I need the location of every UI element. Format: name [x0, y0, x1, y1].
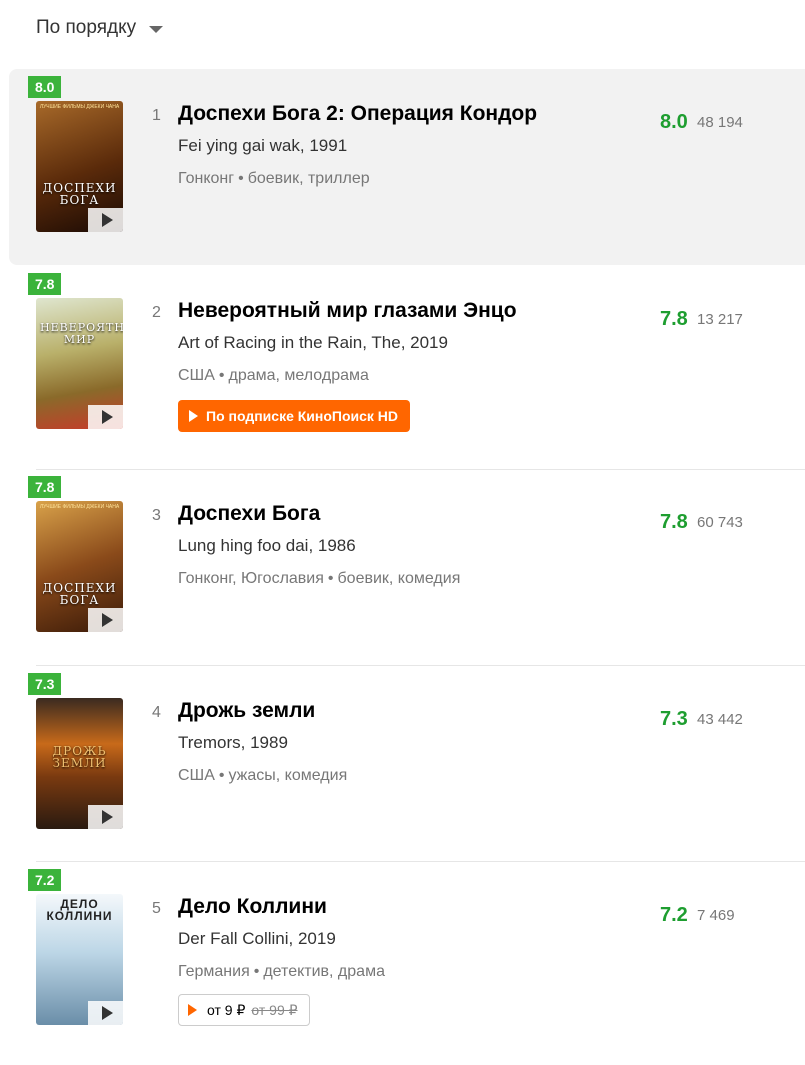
film-votes: 7 469	[697, 907, 735, 924]
film-country: Гонконг, Югославия	[178, 570, 324, 587]
film-row[interactable]: НЕВЕРОЯТНЫЙ МИР 7.8 2 Невероятный мир гл…	[28, 266, 805, 462]
play-icon	[188, 1004, 197, 1016]
poster-title-text: ДРОЖЬ ЗЕМЛИ	[52, 744, 107, 770]
film-country: Германия	[178, 963, 250, 980]
poster-top-text: ЛУЧШИЕ ФИЛЬМЫ ДЖЕКИ ЧАНА	[39, 504, 120, 510]
film-meta: Гонконг, Югославия • боевик, комедия	[178, 570, 460, 588]
play-trailer-icon[interactable]	[88, 1001, 123, 1025]
film-original-title: Der Fall Collini, 2019	[178, 929, 336, 948]
film-original-title: Fei ying gai wak, 1991	[178, 136, 348, 155]
film-country: США	[178, 367, 215, 384]
sort-dropdown[interactable]: По порядку	[36, 17, 164, 39]
rating-badge: 7.2	[28, 869, 62, 891]
film-meta: США • ужасы, комедия	[178, 767, 347, 785]
film-rating: 7.8	[660, 308, 688, 330]
film-row[interactable]: ЛУЧШИЕ ФИЛЬМЫ ДЖЕКИ ЧАНА ДОСПЕХИ БОГА 8.…	[9, 69, 805, 265]
film-rating: 7.2	[660, 904, 688, 926]
film-poster[interactable]: ДЕЛО КОЛЛИНИ	[36, 894, 123, 1025]
film-rating: 7.3	[660, 708, 688, 730]
subscription-button-label: По подписке КиноПоиск HD	[206, 408, 399, 424]
film-meta: Германия • детектив, драма	[178, 963, 385, 981]
price-old: от 99 ₽	[251, 1001, 298, 1018]
poster-title-text: ДЕЛО КОЛЛИНИ	[46, 897, 113, 923]
play-trailer-icon[interactable]	[88, 805, 123, 829]
separator-dot: •	[218, 367, 225, 384]
film-title[interactable]: Доспехи Бога 2: Операция Кондор	[178, 102, 537, 126]
film-row[interactable]: ДРОЖЬ ЗЕМЛИ 7.3 4 Дрожь земли Tremors, 1…	[28, 666, 805, 862]
film-rating: 7.8	[660, 511, 688, 533]
rating-badge: 7.3	[28, 673, 62, 695]
film-meta: Гонконг • боевик, триллер	[178, 170, 370, 188]
sort-label: По порядку	[36, 17, 137, 38]
film-votes: 43 442	[697, 711, 743, 728]
film-position: 3	[152, 507, 161, 524]
film-meta: США • драма, мелодрама	[178, 367, 369, 385]
watch-subscription-button[interactable]: По подписке КиноПоиск HD	[178, 400, 411, 432]
separator-dot: •	[238, 170, 244, 187]
film-genres: ужасы, комедия	[228, 767, 348, 784]
film-rating: 8.0	[660, 111, 688, 133]
film-country: США	[178, 767, 215, 784]
play-trailer-icon[interactable]	[88, 608, 123, 632]
poster-top-text: ЛУЧШИЕ ФИЛЬМЫ ДЖЕКИ ЧАНА	[39, 104, 120, 110]
separator-dot: •	[327, 570, 334, 587]
film-poster[interactable]: ДРОЖЬ ЗЕМЛИ	[36, 698, 123, 829]
film-votes: 13 217	[697, 311, 743, 328]
rating-badge: 8.0	[28, 76, 62, 98]
film-original-title: Art of Racing in the Rain, The, 2019	[178, 333, 448, 352]
film-original-title: Lung hing foo dai, 1986	[178, 536, 356, 555]
buy-price-button[interactable]: от 9 ₽ от 99 ₽	[178, 994, 310, 1026]
film-genres: драма, мелодрама	[228, 367, 369, 384]
film-position: 4	[152, 704, 161, 721]
film-title[interactable]: Дрожь земли	[178, 699, 315, 723]
play-trailer-icon[interactable]	[88, 405, 123, 429]
play-trailer-icon[interactable]	[88, 208, 123, 232]
film-genres: детектив, драма	[263, 963, 385, 980]
film-position: 5	[152, 900, 161, 917]
film-position: 1	[152, 107, 161, 124]
film-title[interactable]: Дело Коллини	[178, 895, 327, 919]
film-row[interactable]: ЛУЧШИЕ ФИЛЬМЫ ДЖЕКИ ЧАНА ДОСПЕХИ БОГА 7.…	[28, 469, 805, 665]
rating-badge: 7.8	[28, 476, 62, 498]
film-title[interactable]: Невероятный мир глазами Энцо	[178, 299, 517, 323]
film-row[interactable]: ДЕЛО КОЛЛИНИ 7.2 5 Дело Коллини Der Fall…	[28, 862, 805, 1058]
film-original-title: Tremors, 1989	[178, 733, 288, 752]
play-icon	[189, 410, 198, 422]
film-poster[interactable]: НЕВЕРОЯТНЫЙ МИР	[36, 298, 123, 429]
film-genres: боевик, триллер	[247, 170, 370, 187]
film-country: Гонконг	[178, 170, 235, 187]
price-current: от 9 ₽	[207, 1001, 246, 1018]
film-poster[interactable]: ЛУЧШИЕ ФИЛЬМЫ ДЖЕКИ ЧАНА ДОСПЕХИ БОГА	[36, 101, 123, 232]
separator-dot: •	[218, 767, 225, 784]
poster-title-text: ДОСПЕХИ БОГА	[42, 181, 117, 207]
film-genres: боевик, комедия	[337, 570, 461, 587]
poster-title-text: ДОСПЕХИ БОГА	[42, 581, 117, 607]
film-poster[interactable]: ЛУЧШИЕ ФИЛЬМЫ ДЖЕКИ ЧАНА ДОСПЕХИ БОГА	[36, 501, 123, 632]
film-votes: 60 743	[697, 514, 743, 531]
film-title[interactable]: Доспехи Бога	[178, 502, 320, 526]
rating-badge: 7.8	[28, 273, 62, 295]
film-position: 2	[152, 304, 161, 321]
separator-dot: •	[253, 963, 260, 980]
caret-down-icon	[149, 25, 164, 33]
poster-title-text: НЕВЕРОЯТНЫЙ МИР	[40, 321, 123, 346]
film-votes: 48 194	[697, 114, 743, 131]
